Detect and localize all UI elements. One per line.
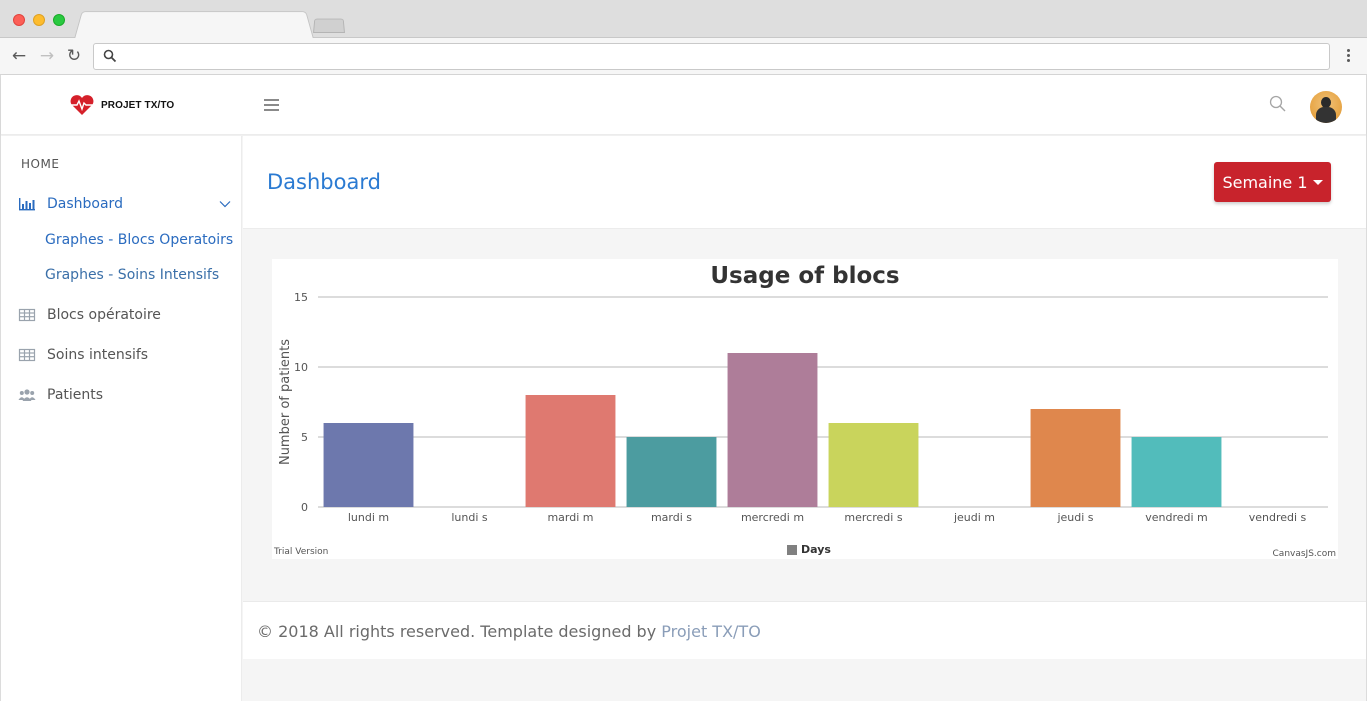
address-bar[interactable] [93,43,1330,70]
browser-tab-strip [0,0,1367,39]
bar [1131,437,1222,507]
x-tick-label: mardi s [651,511,692,524]
caret-down-icon [1312,180,1323,185]
y-tick-label: 0 [301,501,308,514]
trial-version-watermark: Trial Version [273,547,328,557]
legend-marker [787,545,797,555]
sidebar-item-label: Soins intensifs [47,347,149,363]
bar [626,437,717,507]
search-icon[interactable] [1269,95,1287,113]
avatar[interactable] [1310,91,1342,123]
x-tick-label: jeudi s [1056,511,1093,524]
x-tick-label: mercredi s [844,511,902,524]
logo[interactable]: PROJET TX/TO [69,94,174,116]
browser-menu-icon[interactable] [1340,47,1356,65]
sidebar-subitem-soins[interactable]: Graphes - Soins Intensifs [45,267,219,283]
bar [525,395,616,507]
sidebar-item-label: Blocs opératoire [47,307,161,323]
sidebar-item-dashboard[interactable]: Dashboard [18,196,123,212]
back-arrow-icon[interactable]: ← [9,46,29,66]
sidebar-item-label: Dashboard [47,196,123,212]
footer-link[interactable]: Projet TX/TO [661,622,761,641]
sidebar-item-blocs-operatoire[interactable]: Blocs opératoire [18,307,161,323]
week-dropdown-button[interactable]: Semaine 1 [1214,162,1331,202]
browser-tab-active[interactable] [74,11,314,39]
y-tick-label: 10 [294,361,308,374]
y-tick-label: 5 [301,431,308,444]
sidebar: HOME Dashboard Graphes - Blocs Operatoir… [1,136,242,701]
canvasjs-watermark: CanvasJS.com [1273,549,1336,559]
footer-text: © 2018 All rights reserved. Template des… [257,622,761,641]
logo-text: PROJET TX/TO [101,99,175,111]
y-tick-label: 15 [294,291,308,304]
sidebar-subitem-blocs[interactable]: Graphes - Blocs Operatoirs [45,232,233,248]
week-dropdown-label: Semaine 1 [1222,172,1308,192]
forward-arrow-icon[interactable]: → [37,46,57,66]
x-tick-label: lundi s [451,511,488,524]
sidebar-item-patients[interactable]: Patients [18,387,103,403]
bar [323,423,414,507]
browser-toolbar: ← → ↻ [0,38,1367,75]
x-tick-label: jeudi m [953,511,995,524]
sidebar-item-soins-intensifs[interactable]: Soins intensifs [18,347,148,363]
page-title: Dashboard [267,170,381,194]
y-axis-label: Number of patients [278,339,293,465]
hamburger-menu-icon[interactable] [264,99,279,111]
footer-copyright: © 2018 All rights reserved. Template des… [257,622,662,641]
bar [828,423,919,507]
bar-chart-icon [19,198,35,211]
bar [1030,409,1121,507]
x-tick-label: lundi m [348,511,389,524]
users-icon [18,389,36,401]
heart-logo-icon [70,95,94,115]
app-root: PROJET TX/TO HOME Dashboard Graphes - Bl… [0,75,1367,701]
x-tick-label: mardi m [547,511,593,524]
table-icon [18,308,36,322]
search-icon [103,49,117,63]
minimize-window-button[interactable] [33,14,45,26]
legend-label: Days [801,543,831,556]
close-window-button[interactable] [13,14,25,26]
bar [727,353,818,507]
usage-chart: Usage of blocs 0 5 10 15 Number of patients lu… [272,259,1338,559]
usage-chart-svg: Usage of blocs 0 5 10 15 Number of patients lu… [273,263,1336,559]
table-icon [18,348,36,362]
x-tick-label: vendredi m [1145,511,1208,524]
x-tick-label: mercredi m [741,511,804,524]
chevron-down-icon[interactable] [219,200,231,208]
maximize-window-button[interactable] [53,14,65,26]
top-navbar: PROJET TX/TO [1,75,1366,135]
sidebar-item-label: Patients [47,387,104,403]
new-tab-button[interactable] [313,18,345,33]
x-tick-label: vendredi s [1249,511,1307,524]
reload-icon[interactable]: ↻ [64,46,84,66]
page-header: Dashboard Semaine 1 [243,136,1366,229]
sidebar-section-home: HOME [21,157,60,171]
chart-title: Usage of blocs [710,263,899,289]
footer: © 2018 All rights reserved. Template des… [243,601,1366,659]
